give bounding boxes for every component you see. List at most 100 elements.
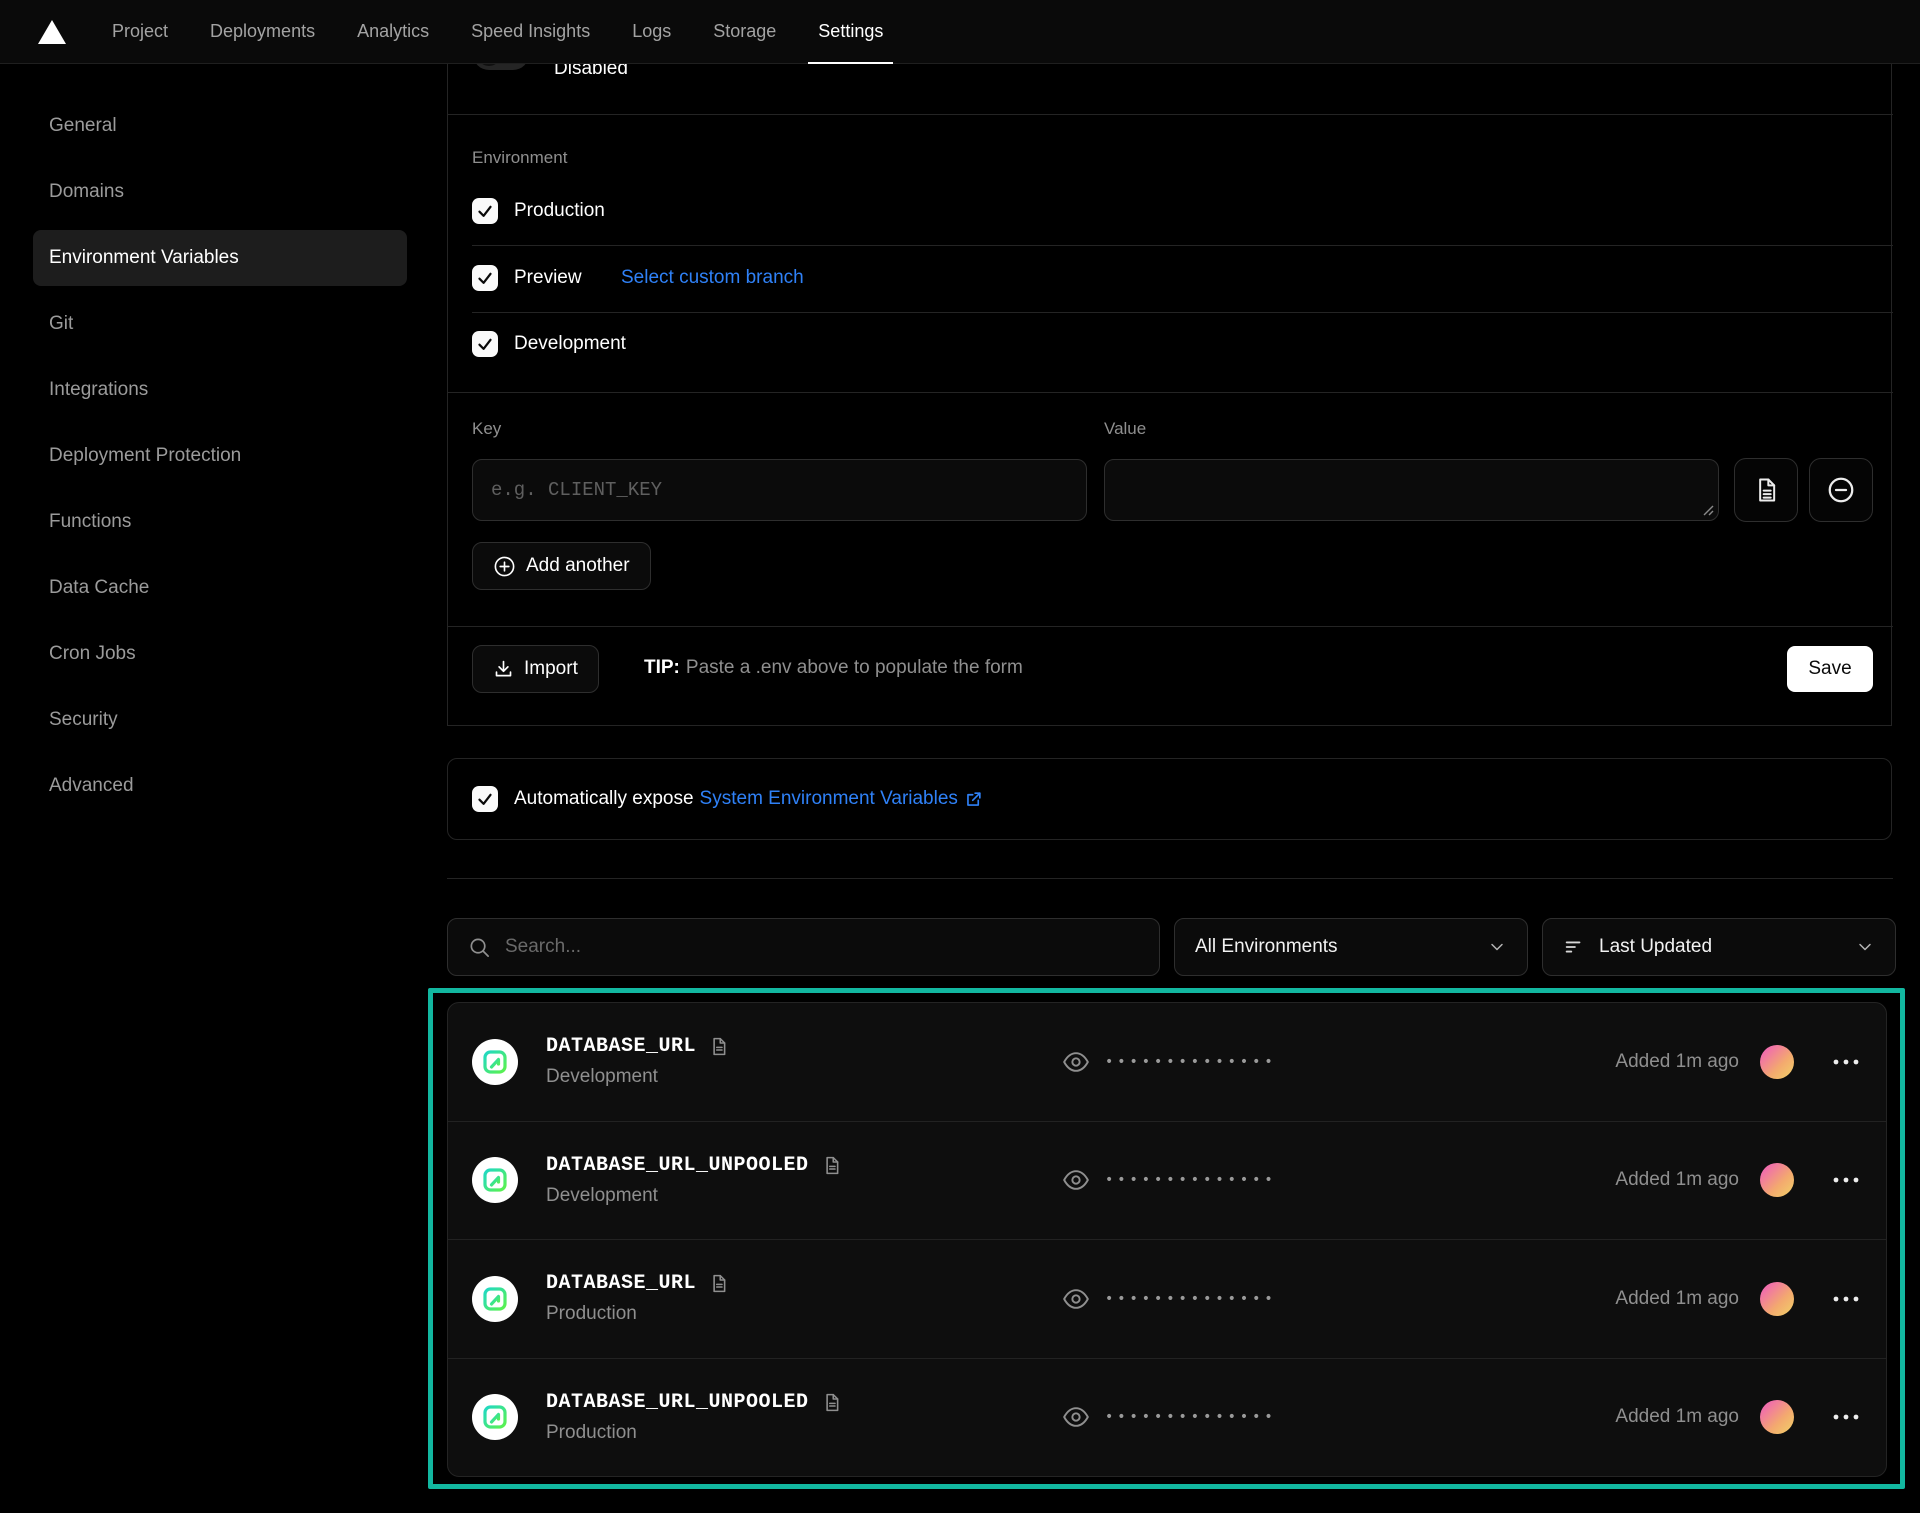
creator-avatar (1760, 1163, 1794, 1197)
sort-value: Last Updated (1599, 936, 1841, 958)
added-timestamp: Added 1m ago (1615, 1051, 1739, 1073)
reveal-value-eye-icon[interactable] (1062, 1048, 1090, 1076)
reveal-value-eye-icon[interactable] (1062, 1166, 1090, 1194)
variable-name: DATABASE_URL_UNPOOLED (546, 1154, 809, 1177)
reveal-value-eye-icon[interactable] (1062, 1285, 1090, 1313)
variable-environment: Production (546, 1422, 842, 1444)
divider (447, 878, 1893, 879)
variable-name: DATABASE_URL_UNPOOLED (546, 1391, 809, 1414)
save-button[interactable]: Save (1787, 646, 1873, 692)
sidebar-item-deployment-protection[interactable]: Deployment Protection (33, 428, 407, 484)
nav-tabs: Project Deployments Analytics Speed Insi… (96, 0, 899, 64)
creator-avatar (1760, 1282, 1794, 1316)
import-tip: TIP:Paste a .env above to populate the f… (644, 657, 1023, 679)
divider (472, 312, 1893, 313)
value-input[interactable] (1104, 459, 1719, 521)
search-icon (468, 936, 491, 959)
tab-logs[interactable]: Logs (616, 0, 687, 64)
creator-avatar (1760, 1045, 1794, 1079)
vercel-logo-icon[interactable] (38, 20, 66, 44)
add-another-label: Add another (526, 555, 630, 577)
tab-project[interactable]: Project (96, 0, 184, 64)
system-env-variables-link-label: System Environment Variables (700, 788, 958, 810)
environment-section-label: Environment (472, 148, 567, 168)
check-icon (476, 202, 494, 220)
tab-analytics[interactable]: Analytics (341, 0, 445, 64)
search-input[interactable] (505, 936, 1139, 958)
sidebar-item-general[interactable]: General (33, 98, 407, 154)
tab-deployments[interactable]: Deployments (194, 0, 331, 64)
row-actions-ellipsis-icon[interactable] (1832, 1176, 1860, 1184)
development-label: Development (514, 333, 626, 355)
env-variable-row[interactable]: DATABASE_URL Production •••••••••••••• A… (448, 1239, 1886, 1358)
env-variable-row[interactable]: DATABASE_URL_UNPOOLED Production •••••••… (448, 1358, 1886, 1477)
sidebar-item-domains[interactable]: Domains (33, 164, 407, 220)
production-label: Production (514, 200, 605, 222)
key-field-label: Key (472, 419, 501, 439)
divider (448, 626, 1893, 627)
added-timestamp: Added 1m ago (1615, 1169, 1739, 1191)
expose-checkbox[interactable] (472, 786, 498, 812)
note-icon[interactable] (708, 1036, 729, 1057)
preview-checkbox[interactable] (472, 265, 498, 291)
key-input[interactable] (472, 459, 1087, 521)
row-actions-ellipsis-icon[interactable] (1832, 1295, 1860, 1303)
tab-settings[interactable]: Settings (802, 0, 899, 64)
development-checkbox[interactable] (472, 331, 498, 357)
environment-filter-dropdown[interactable]: All Environments (1174, 918, 1528, 976)
value-field-label: Value (1104, 419, 1146, 439)
top-navigation: Project Deployments Analytics Speed Insi… (0, 0, 1920, 64)
import-button[interactable]: Import (472, 645, 599, 693)
tab-speed-insights[interactable]: Speed Insights (455, 0, 606, 64)
search-box (447, 918, 1160, 976)
sort-dropdown[interactable]: Last Updated (1542, 918, 1896, 976)
env-variable-row[interactable]: DATABASE_URL_UNPOOLED Development ••••••… (448, 1121, 1886, 1240)
settings-sidebar: General Domains Environment Variables Gi… (33, 98, 407, 824)
masked-value: •••••••••••••• (1105, 1291, 1277, 1307)
sidebar-item-security[interactable]: Security (33, 692, 407, 748)
import-label: Import (524, 658, 578, 680)
masked-value: •••••••••••••• (1105, 1054, 1277, 1070)
check-icon (476, 790, 494, 808)
select-custom-branch-link[interactable]: Select custom branch (621, 267, 804, 289)
paste-from-file-button[interactable] (1734, 458, 1798, 522)
plus-circle-icon (493, 555, 516, 578)
creator-avatar (1760, 1400, 1794, 1434)
minus-circle-icon (1826, 475, 1856, 505)
remove-row-button[interactable] (1809, 458, 1873, 522)
row-actions-ellipsis-icon[interactable] (1832, 1413, 1860, 1421)
sidebar-item-data-cache[interactable]: Data Cache (33, 560, 407, 616)
sidebar-item-git[interactable]: Git (33, 296, 407, 352)
variable-name: DATABASE_URL (546, 1035, 696, 1058)
add-another-button[interactable]: Add another (472, 542, 651, 590)
env-variable-row[interactable]: DATABASE_URL Development •••••••••••••• … (448, 1003, 1886, 1121)
sidebar-item-environment-variables[interactable]: Environment Variables (33, 230, 407, 286)
production-checkbox[interactable] (472, 198, 498, 224)
download-icon (493, 659, 514, 680)
row-actions-ellipsis-icon[interactable] (1832, 1058, 1860, 1066)
env-variables-list: DATABASE_URL Development •••••••••••••• … (447, 1002, 1887, 1477)
note-icon[interactable] (821, 1392, 842, 1413)
chevron-down-icon (1487, 937, 1507, 957)
divider (448, 114, 1893, 115)
system-env-variables-link[interactable]: System Environment Variables (700, 788, 983, 810)
tab-storage[interactable]: Storage (697, 0, 792, 64)
sidebar-item-integrations[interactable]: Integrations (33, 362, 407, 418)
masked-value: •••••••••••••• (1105, 1409, 1277, 1425)
tip-bold: TIP: (644, 657, 680, 678)
preview-label: Preview (514, 267, 582, 289)
environment-variables-settings-page: Disabled Environment Production Preview … (0, 0, 1920, 1513)
added-timestamp: Added 1m ago (1615, 1288, 1739, 1310)
check-icon (476, 269, 494, 287)
reveal-value-eye-icon[interactable] (1062, 1403, 1090, 1431)
divider (472, 245, 1893, 246)
sidebar-item-functions[interactable]: Functions (33, 494, 407, 550)
variable-environment: Production (546, 1303, 729, 1325)
expose-label: Automatically expose (514, 788, 694, 810)
sort-icon (1563, 936, 1585, 958)
check-icon (476, 335, 494, 353)
sidebar-item-cron-jobs[interactable]: Cron Jobs (33, 626, 407, 682)
note-icon[interactable] (821, 1155, 842, 1176)
note-icon[interactable] (708, 1273, 729, 1294)
sidebar-item-advanced[interactable]: Advanced (33, 758, 407, 814)
